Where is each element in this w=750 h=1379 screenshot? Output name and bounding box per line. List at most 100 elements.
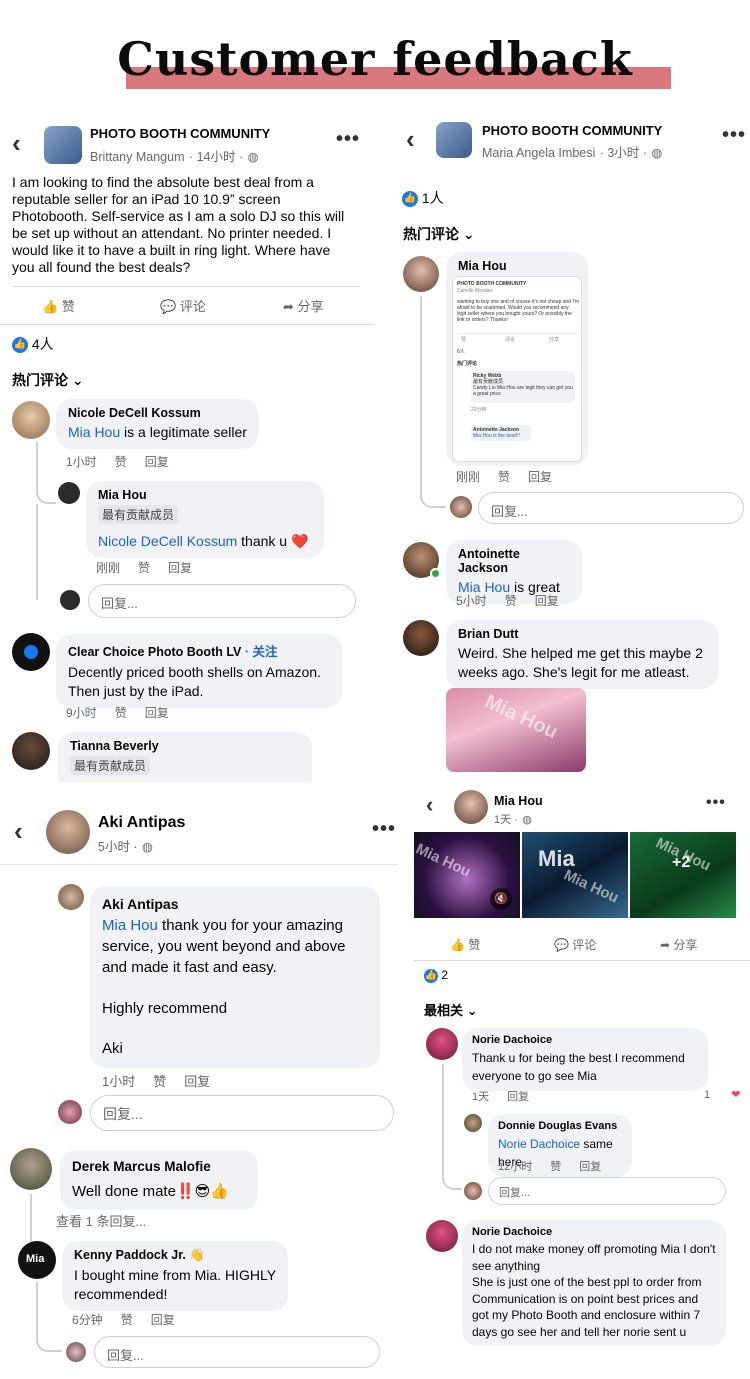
post-photo[interactable]: Mia Mia Hou: [522, 832, 628, 918]
comment-sort[interactable]: 最相关 ⌄: [424, 1000, 478, 1019]
more-photos-count: +2: [672, 854, 691, 871]
reply-button[interactable]: 回复: [151, 1313, 175, 1327]
mute-icon[interactable]: 🔇: [490, 888, 512, 910]
booth-photo[interactable]: Mia Hou: [446, 688, 586, 772]
like-button[interactable]: 👍 赞: [42, 296, 75, 315]
post-time: 5小时 ·: [98, 840, 138, 854]
reply-button[interactable]: 回复: [145, 706, 169, 720]
brand-logo-avatar: [12, 633, 50, 671]
reply-input[interactable]: 回复...: [488, 1177, 726, 1205]
reaction-count[interactable]: 👍 4人: [12, 334, 54, 354]
group-name[interactable]: PHOTO BOOTH COMMUNITY: [482, 123, 662, 138]
reply-input[interactable]: 回复...: [478, 492, 744, 524]
comment-meta: 1天 回复: [472, 1091, 530, 1103]
mention-link[interactable]: Norie Dachoice: [498, 1137, 580, 1151]
more-options-icon[interactable]: •••: [336, 128, 360, 151]
comment-button[interactable]: 💬 评论: [160, 296, 206, 315]
like-comment-button[interactable]: 赞: [138, 561, 150, 575]
comment-sort[interactable]: 热门评论 ⌄: [403, 224, 475, 244]
share-button[interactable]: ➦ 分享: [283, 296, 324, 315]
comment-button[interactable]: 💬 评论: [554, 936, 596, 953]
like-comment-button[interactable]: 赞: [153, 1074, 166, 1089]
thread-line: [30, 1194, 40, 1244]
thread-line: [36, 442, 56, 504]
back-arrow-icon[interactable]: ‹: [14, 816, 23, 847]
reaction-count[interactable]: 👍 1人: [402, 188, 444, 208]
commenter-name[interactable]: Brian Dutt: [458, 627, 706, 641]
more-options-icon[interactable]: •••: [706, 794, 726, 812]
like-comment-button[interactable]: 赞: [550, 1161, 561, 1173]
avatar: [454, 790, 488, 824]
commenter-name[interactable]: Donnie Douglas Evans: [498, 1120, 622, 1132]
avatar: Mia: [18, 1241, 56, 1279]
back-arrow-icon[interactable]: ‹: [406, 124, 415, 155]
post-author[interactable]: Brittany Mangum: [90, 150, 184, 164]
follow-link[interactable]: · 关注: [241, 645, 278, 659]
reply-button[interactable]: 回复: [184, 1074, 210, 1089]
comment-bubble: Derek Marcus Malofie Well done mate‼️😎👍: [60, 1150, 258, 1210]
commenter-name[interactable]: Kenny Paddock Jr. 👋: [74, 1248, 276, 1263]
share-button[interactable]: ➦ 分享: [660, 936, 697, 953]
reply-button[interactable]: 回复: [145, 455, 169, 469]
mention-link[interactable]: Nicole DeCell Kossum: [98, 533, 237, 549]
like-comment-button[interactable]: 赞: [115, 455, 127, 469]
more-options-icon[interactable]: •••: [372, 818, 396, 841]
like-comment-button[interactable]: 赞: [498, 470, 510, 484]
reaction-count[interactable]: 👍 2: [424, 968, 448, 983]
reaction-count[interactable]: 1 ❤: [704, 1088, 750, 1101]
globe-icon: ◍: [247, 150, 259, 164]
reply-button[interactable]: 回复: [579, 1161, 601, 1173]
commenter-name[interactable]: Nicole DeCell Kossum: [68, 406, 247, 420]
commenter-name[interactable]: Antoinette Jackson: [458, 547, 570, 575]
back-arrow-icon[interactable]: ‹: [426, 792, 433, 818]
like-reaction-icon: 👍: [424, 968, 438, 983]
reply-button[interactable]: 回复: [507, 1091, 529, 1103]
thread-line: [36, 504, 56, 600]
avatar: [12, 401, 50, 439]
commenter-name[interactable]: Mia Hou: [98, 488, 312, 502]
mention-link[interactable]: Mia Hou: [68, 424, 120, 440]
page-title-banner: Customer feedback: [0, 18, 750, 89]
commenter-name[interactable]: Tianna Beverly: [70, 739, 300, 753]
mention-link[interactable]: Mia Hou: [102, 917, 158, 934]
like-button[interactable]: 👍 赞: [450, 936, 480, 953]
comment-bubble: Mia Hou PHOTO BOOTH COMMUNITY Camille Mo…: [446, 252, 588, 466]
contributor-badge: 最有贡献成员: [70, 756, 151, 775]
reply-input[interactable]: 回复...: [88, 584, 356, 618]
back-arrow-icon[interactable]: ‹: [12, 128, 21, 159]
commenter-name[interactable]: Derek Marcus Malofie: [72, 1159, 246, 1174]
profile-name[interactable]: Aki Antipas: [98, 814, 185, 832]
like-comment-button[interactable]: 赞: [115, 706, 127, 720]
reply-input[interactable]: 回复...: [94, 1336, 380, 1368]
reply-button[interactable]: 回复: [528, 470, 552, 484]
post-photo[interactable]: Mia Hou 🔇: [414, 832, 520, 918]
online-status-dot: [430, 568, 441, 579]
comment-meta: 5小时赞回复: [456, 594, 559, 608]
like-comment-button[interactable]: 赞: [505, 594, 517, 608]
reply-button[interactable]: 回复: [535, 594, 559, 608]
reply-button[interactable]: 回复: [168, 561, 192, 575]
avatar: [426, 1220, 458, 1252]
contributor-badge: 最有贡献成员: [98, 505, 179, 524]
comment-bubble: Tianna Beverly 最有贡献成员: [58, 732, 312, 782]
comment-icon: 💬: [160, 299, 177, 314]
view-replies-link[interactable]: 查看 1 条回复...: [56, 1211, 146, 1230]
like-comment-button[interactable]: 赞: [121, 1313, 133, 1327]
comment-sort[interactable]: 热门评论 ⌄: [12, 370, 84, 390]
profile-name[interactable]: Mia Hou: [494, 794, 543, 808]
commenter-name[interactable]: Clear Choice Photo Booth LV: [68, 645, 241, 659]
commenter-name[interactable]: Norie Dachoice: [472, 1034, 698, 1046]
comment-meta: 刚刚赞回复: [456, 470, 553, 484]
group-avatar: [436, 122, 472, 158]
commenter-name[interactable]: Aki Antipas: [102, 896, 368, 912]
post-photo-more[interactable]: Mia Hou +2: [630, 832, 736, 918]
comment-meta: 6分钟赞回复: [72, 1313, 175, 1327]
group-name[interactable]: PHOTO BOOTH COMMUNITY: [90, 126, 270, 141]
share-icon: ➦: [660, 938, 671, 952]
reply-input[interactable]: 回复...: [90, 1095, 394, 1131]
avatar: [12, 732, 50, 770]
post-author[interactable]: Maria Angela Imbesi: [482, 146, 595, 160]
commenter-name[interactable]: Mia Hou: [458, 259, 576, 273]
commenter-name[interactable]: Norie Dachoice: [472, 1226, 716, 1238]
more-options-icon[interactable]: •••: [722, 124, 746, 147]
